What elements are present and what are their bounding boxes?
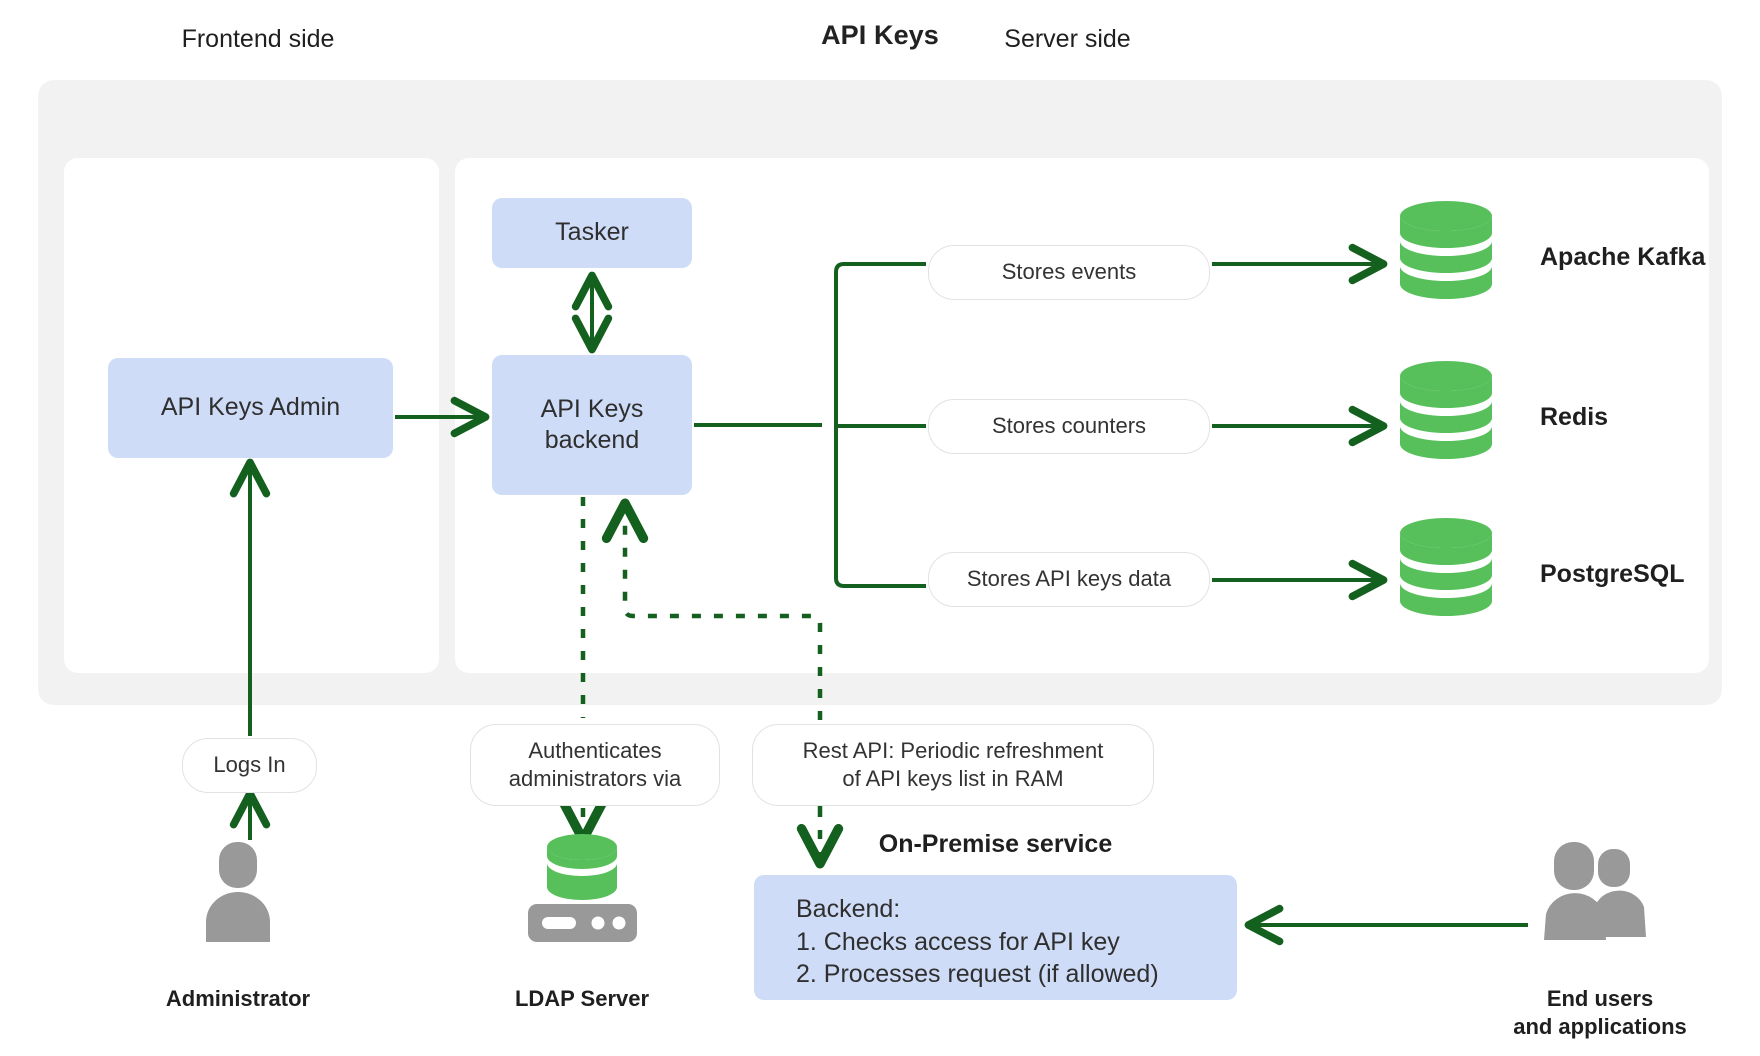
database-label-redis: Redis xyxy=(1540,403,1608,432)
node-api-keys-admin-label: API Keys Admin xyxy=(161,392,340,423)
database-cylinder-icon xyxy=(1398,517,1494,621)
edge-label-authenticates-admins: Authenticates administrators via xyxy=(470,724,720,806)
edge-label-rest-api-line2: of API keys list in RAM xyxy=(842,765,1063,793)
end-users-label-line2: and applications xyxy=(1480,1013,1720,1041)
edge-label-stores-events: Stores events xyxy=(928,245,1210,300)
edge-label-stores-counters-text: Stores counters xyxy=(992,412,1146,440)
edge-label-authenticates-line2: administrators via xyxy=(509,765,681,793)
node-api-keys-backend-label-line1: API Keys xyxy=(541,394,644,425)
on-premise-line-checks-access: 1. Checks access for API key xyxy=(796,926,1237,959)
node-api-keys-backend-label-line2: backend xyxy=(541,425,644,456)
database-cylinder-icon xyxy=(1398,360,1494,464)
on-premise-line-backend: Backend: xyxy=(796,893,1237,926)
end-users-label-line1: End users xyxy=(1480,985,1720,1013)
edge-label-stores-events-text: Stores events xyxy=(1002,258,1137,286)
administrator-label: Administrator xyxy=(118,985,358,1013)
edge-label-logs-in-text: Logs In xyxy=(213,751,285,779)
administrator-icon xyxy=(198,842,278,942)
end-users-icon xyxy=(1540,842,1650,942)
server-with-database-icon xyxy=(520,830,645,945)
server-zone-label: Server side xyxy=(455,25,1680,54)
edge-label-stores-counters: Stores counters xyxy=(928,399,1210,454)
database-icon-postgresql xyxy=(1398,517,1494,621)
edge-label-stores-api-keys-data-text: Stores API keys data xyxy=(967,565,1171,593)
end-users-label: End users and applications xyxy=(1480,985,1720,1040)
diagram-canvas: API Keys Frontend side Server side xyxy=(0,0,1760,1056)
node-api-keys-backend[interactable]: API Keys backend xyxy=(492,355,692,495)
database-icon-apache-kafka xyxy=(1398,200,1494,304)
frontend-zone-label: Frontend side xyxy=(68,25,448,54)
person-icon xyxy=(198,842,278,942)
node-api-keys-admin[interactable]: API Keys Admin xyxy=(108,358,393,458)
database-label-apache-kafka: Apache Kafka xyxy=(1540,243,1705,272)
on-premise-service-title: On-Premise service xyxy=(754,830,1237,859)
edge-label-rest-api-line1: Rest API: Periodic refreshment xyxy=(803,737,1104,765)
on-premise-line-processes-request: 2. Processes request (if allowed) xyxy=(796,958,1237,991)
edge-label-authenticates-line1: Authenticates xyxy=(528,737,661,765)
node-tasker-label: Tasker xyxy=(555,217,629,248)
database-label-postgresql: PostgreSQL xyxy=(1540,560,1684,589)
database-cylinder-icon xyxy=(1398,200,1494,304)
database-icon-redis xyxy=(1398,360,1494,464)
edge-label-stores-api-keys-data: Stores API keys data xyxy=(928,552,1210,607)
node-on-premise-backend[interactable]: Backend: 1. Checks access for API key 2.… xyxy=(754,875,1237,1000)
ldap-server-icon xyxy=(520,830,645,945)
edge-label-rest-api-refresh: Rest API: Periodic refreshment of API ke… xyxy=(752,724,1154,806)
edge-label-logs-in: Logs In xyxy=(182,738,317,793)
people-group-icon xyxy=(1540,842,1650,942)
ldap-server-label: LDAP Server xyxy=(452,985,712,1013)
node-tasker[interactable]: Tasker xyxy=(492,198,692,268)
